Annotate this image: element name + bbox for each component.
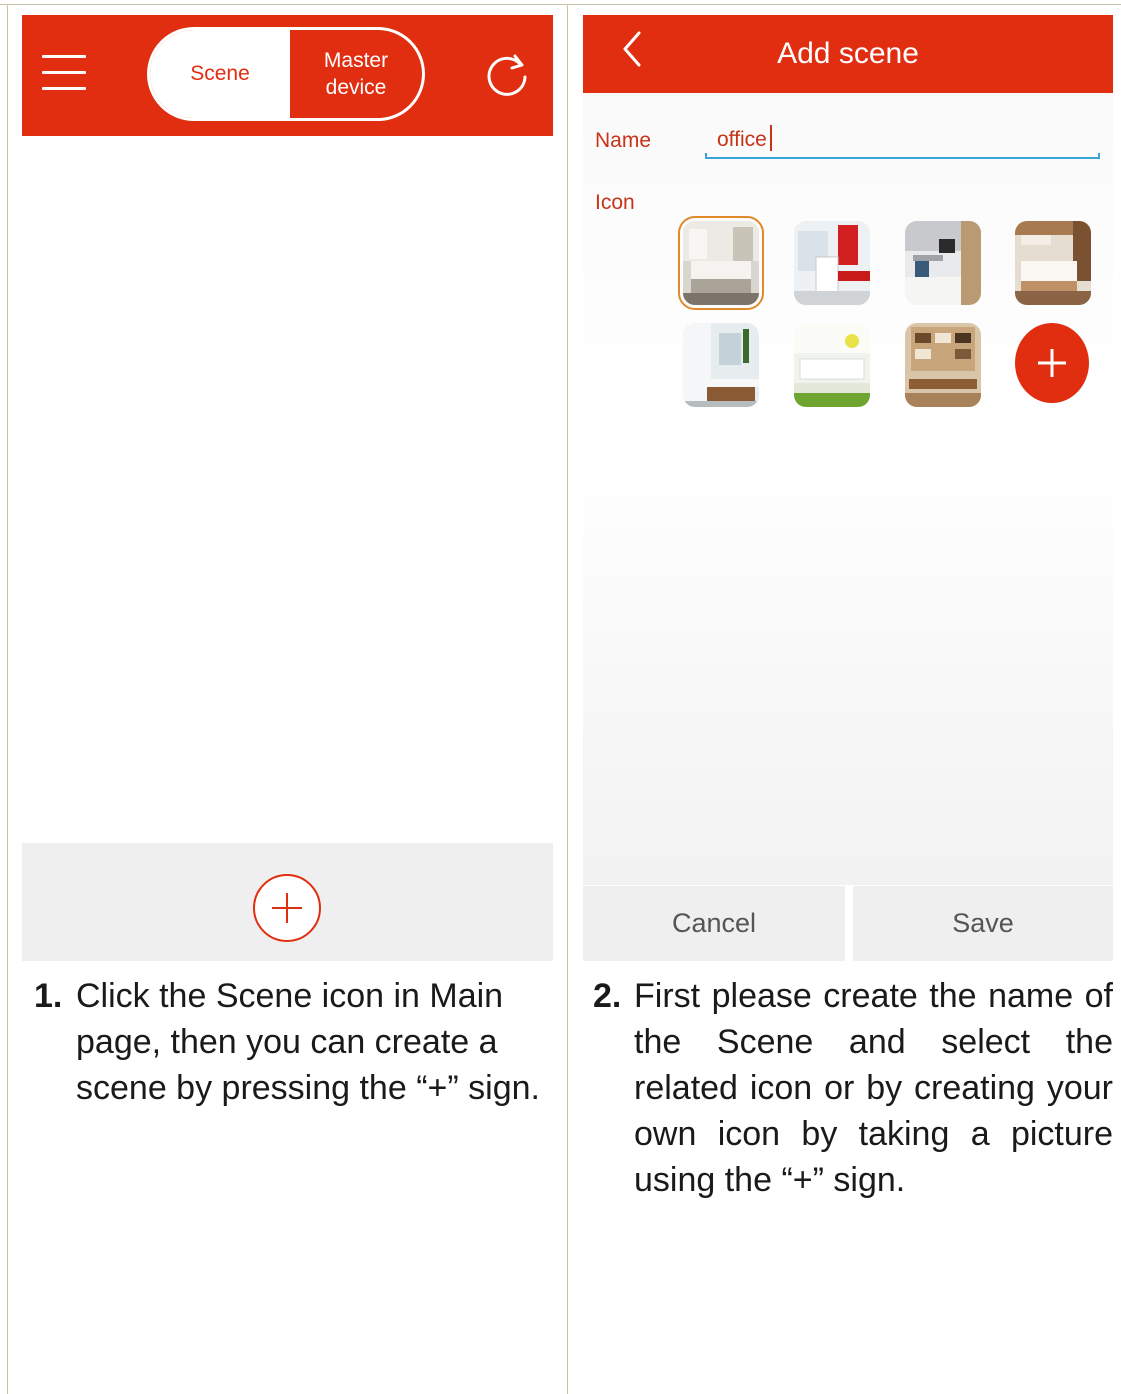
add-circle-icon[interactable] [252, 873, 322, 943]
table-border-left [7, 4, 8, 1394]
page-title: Add scene [777, 37, 919, 70]
cancel-button[interactable]: Cancel [583, 886, 845, 961]
scene-icon-living-room-red[interactable] [794, 221, 870, 305]
add-scene-form: Name office Icon [583, 93, 1113, 885]
scene-icon-kitchen[interactable] [905, 221, 981, 305]
scene-master-toggle[interactable]: Scene Master device [147, 27, 425, 121]
scene-icon-study-shelves[interactable] [905, 323, 981, 407]
name-input-value: office [717, 128, 767, 151]
save-button[interactable]: Save [853, 886, 1113, 961]
step-2-number: 2. [593, 977, 622, 1015]
icon-label: Icon [595, 191, 635, 214]
scene-icon-living-room-bright[interactable] [794, 323, 870, 407]
scene-icon-bedroom-white[interactable] [678, 216, 764, 310]
right-app-header: Add scene [583, 15, 1113, 93]
add-custom-icon-button[interactable] [1015, 323, 1089, 403]
refresh-icon[interactable] [484, 51, 530, 97]
menu-icon[interactable] [42, 53, 88, 93]
table-border-middle [567, 4, 568, 1394]
plus-icon [1038, 349, 1066, 377]
step-1-number: 1. [34, 977, 63, 1015]
name-label: Name [595, 129, 652, 152]
text-caret [769, 125, 772, 152]
step-1-text: Click the Scene icon in Main page, then … [76, 977, 540, 1107]
left-bottom-bar [22, 843, 553, 961]
tab-master-device[interactable]: Master device [290, 30, 422, 118]
tab-scene[interactable]: Scene [150, 30, 290, 118]
scene-icon-bathroom[interactable] [683, 323, 759, 407]
table-border-top [0, 4, 1121, 5]
left-app-header: Scene Master device [22, 15, 553, 136]
step-2-text: First please create the name of the Scen… [634, 977, 1113, 1199]
scene-icon-bedroom-wood[interactable] [1015, 221, 1091, 305]
name-input[interactable]: office [705, 123, 1100, 159]
